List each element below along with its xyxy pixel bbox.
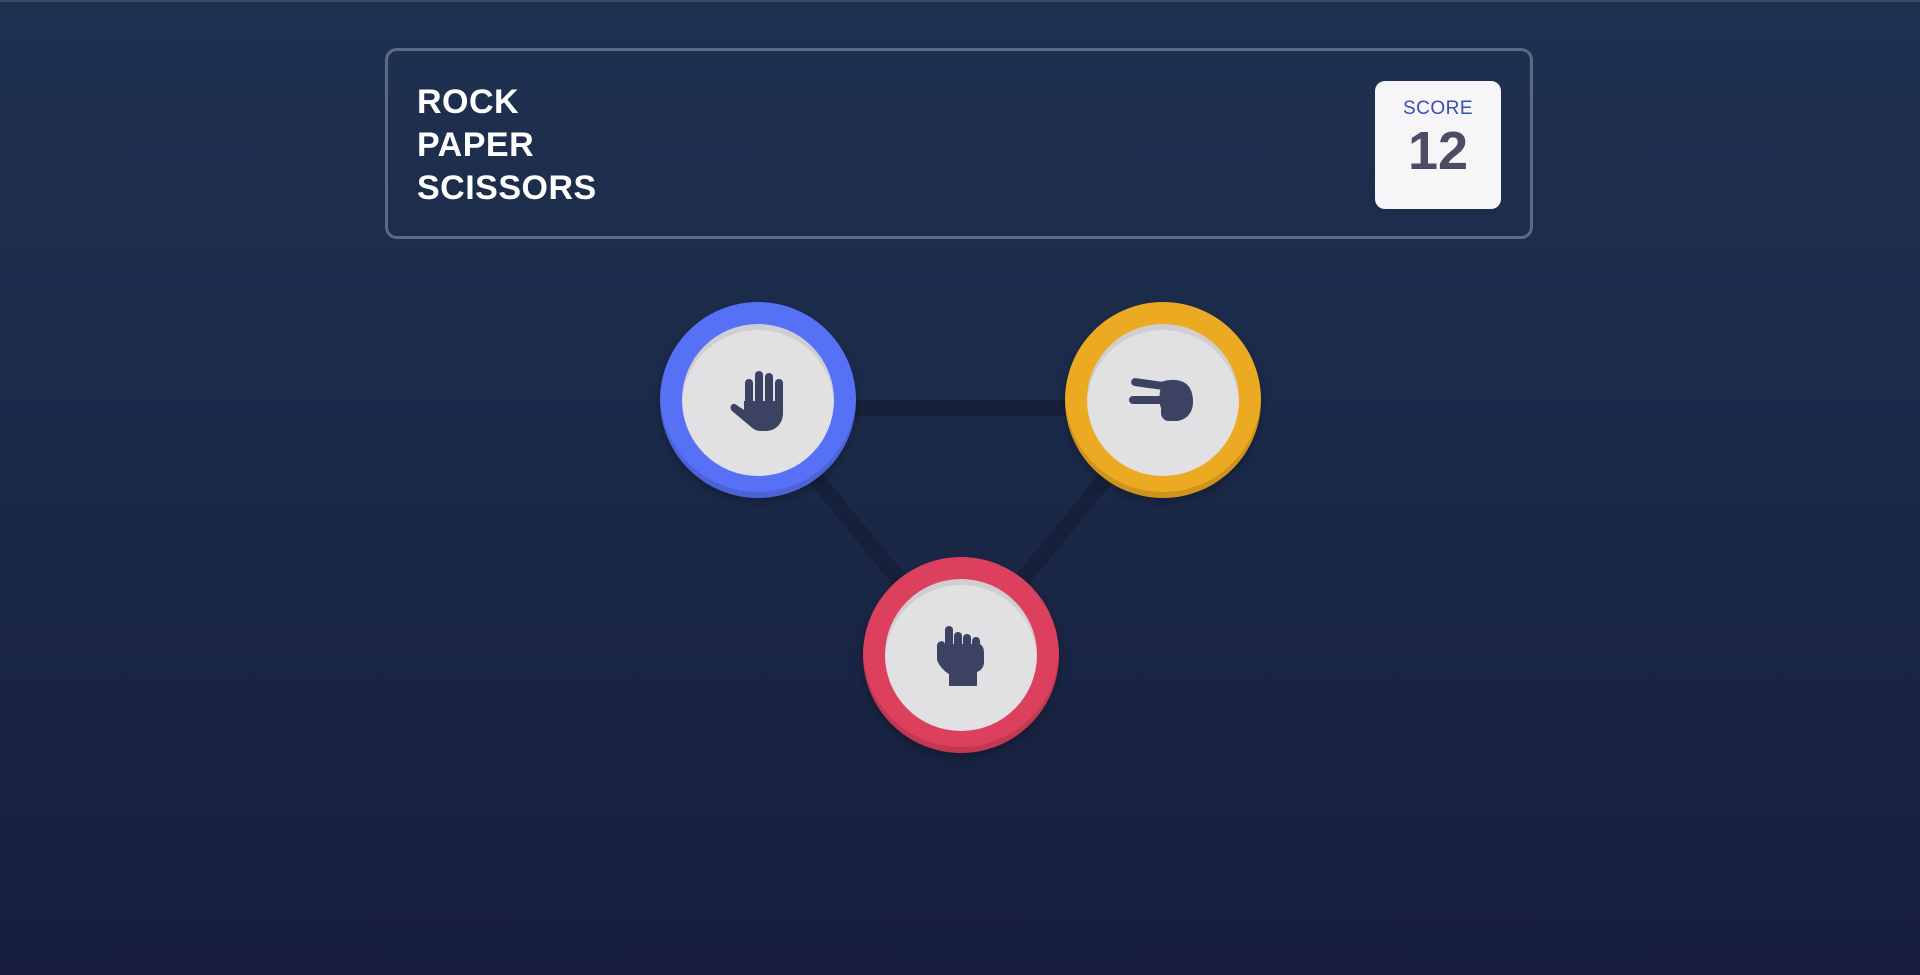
triangle-background xyxy=(750,400,1171,663)
scissors-choice-button[interactable] xyxy=(1065,302,1261,498)
paper-hand-icon xyxy=(730,371,783,431)
scissors-choice-inner xyxy=(1087,324,1239,476)
paper-choice-inner xyxy=(682,324,834,476)
scissors-hand-icon xyxy=(1129,378,1193,421)
game-board xyxy=(0,0,1920,975)
paper-choice-button[interactable] xyxy=(660,302,856,498)
rock-choice-inner xyxy=(885,579,1037,731)
rock-hand-icon xyxy=(937,626,984,686)
rock-choice-button[interactable] xyxy=(863,557,1059,753)
